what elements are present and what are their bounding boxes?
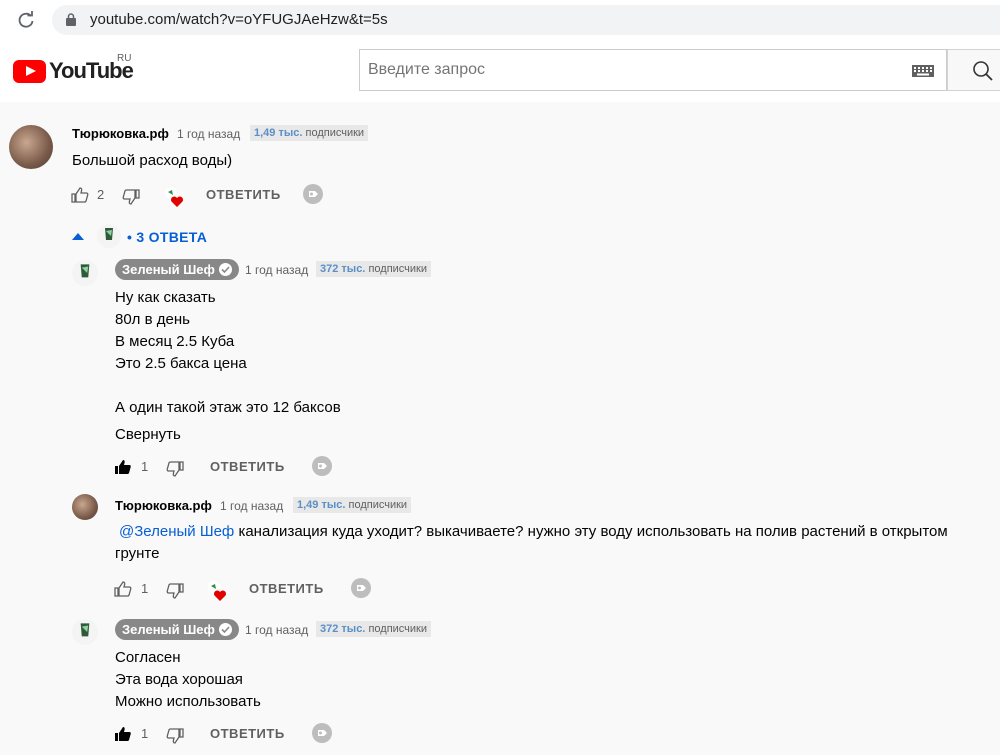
reply-author: Зеленый Шеф xyxy=(122,622,215,637)
gif-reply-icon[interactable] xyxy=(351,578,371,598)
dislike-icon[interactable] xyxy=(166,727,184,745)
creator-author-badge[interactable]: Зеленый Шеф xyxy=(115,259,239,280)
text-line: А один такой этаж это 12 баксов xyxy=(115,399,341,416)
reply-author[interactable]: Тюрюковка.рф xyxy=(115,498,212,513)
lock-icon xyxy=(66,13,76,26)
search-input[interactable]: Введите запрос xyxy=(359,49,947,91)
reply-time[interactable]: 1 год назад xyxy=(245,263,308,277)
text-line: грунте xyxy=(115,545,160,562)
subs-count: 1,49 тыс. xyxy=(297,499,346,511)
verified-icon xyxy=(218,263,232,276)
subs-count: 372 тыс. xyxy=(320,263,366,275)
collapse-link[interactable]: Свернуть xyxy=(115,426,181,443)
subs-label: подписчики xyxy=(348,499,408,511)
creator-avatar[interactable] xyxy=(72,260,98,286)
like-count: 1 xyxy=(141,581,149,596)
reply-text: Согласен Эта вода хорошая Можно использо… xyxy=(115,647,261,713)
dislike-icon[interactable] xyxy=(166,460,184,478)
gif-reply-icon[interactable] xyxy=(303,184,323,204)
comment-time[interactable]: 1 год назад xyxy=(177,127,240,141)
comment-text: Большой расход воды) xyxy=(72,152,233,169)
text-line: Можно использовать xyxy=(115,693,261,710)
chef-icon xyxy=(105,228,113,240)
youtube-logo[interactable]: YouTube xyxy=(13,58,134,84)
creator-avatar xyxy=(97,224,121,248)
comment-author[interactable]: Тюрюковка.рф xyxy=(72,126,169,141)
subs-label: подписчики xyxy=(368,623,427,635)
like-icon-active[interactable] xyxy=(114,725,132,743)
url-text: youtube.com/watch?v=oYFUGJAeHzw&t=5s xyxy=(90,11,388,28)
creator-heart-icon xyxy=(165,187,184,207)
collapse-arrow-icon[interactable] xyxy=(72,232,84,240)
chef-icon xyxy=(80,264,90,278)
verified-icon xyxy=(218,623,232,636)
dislike-icon[interactable] xyxy=(166,582,184,600)
reply-text: @Зеленый Шеф канализация куда уходит? вы… xyxy=(115,521,995,565)
text-line: Ну как сказать xyxy=(115,289,216,306)
browser-address-bar: youtube.com/watch?v=oYFUGJAeHzw&t=5s xyxy=(0,0,1000,41)
youtube-play-icon xyxy=(13,59,46,83)
avatar[interactable] xyxy=(72,494,98,520)
reload-icon[interactable] xyxy=(16,10,36,30)
reply-button[interactable]: ОТВЕТИТЬ xyxy=(206,187,281,202)
replies-toggle[interactable]: • 3 ОТВЕТА xyxy=(127,229,207,245)
avatar[interactable] xyxy=(9,125,53,169)
search-icon xyxy=(973,61,993,81)
youtube-header: YouTube RU Введите запрос xyxy=(0,40,1000,102)
text-line: Это 2.5 бакса цена xyxy=(115,355,247,372)
text-line: Эта вода хорошая xyxy=(115,671,243,688)
like-count: 1 xyxy=(141,726,149,741)
dislike-icon[interactable] xyxy=(122,188,140,206)
subscriber-badge: 1,49 тыс. подписчики xyxy=(293,497,412,513)
subscriber-badge: 1,49 тыс. подписчики xyxy=(250,125,369,141)
subs-count: 372 тыс. xyxy=(320,623,366,635)
chef-icon xyxy=(80,623,90,637)
gif-reply-icon[interactable] xyxy=(312,723,332,743)
reply-author: Зеленый Шеф xyxy=(122,262,215,277)
reply-button[interactable]: ОТВЕТИТЬ xyxy=(249,581,324,596)
text-line: В месяц 2.5 Куба xyxy=(115,333,235,350)
reply-time[interactable]: 1 год назад xyxy=(245,623,308,637)
region-label: RU xyxy=(117,53,132,64)
reply-text: Ну как сказать 80л в день В месяц 2.5 Ку… xyxy=(115,287,341,419)
subs-label: подписчики xyxy=(368,263,427,275)
like-count: 2 xyxy=(97,187,105,202)
creator-heart-icon xyxy=(208,581,227,601)
gif-reply-icon[interactable] xyxy=(312,456,332,476)
text-line: Согласен xyxy=(115,649,181,666)
keyboard-icon[interactable] xyxy=(912,65,934,77)
text-line: 80л в день xyxy=(115,311,190,328)
mention-link[interactable]: @Зеленый Шеф xyxy=(119,523,234,540)
subscriber-badge: 372 тыс. подписчики xyxy=(316,261,431,277)
reply-button[interactable]: ОТВЕТИТЬ xyxy=(210,726,285,741)
url-field[interactable]: youtube.com/watch?v=oYFUGJAeHzw&t=5s xyxy=(52,5,1000,35)
reply-time[interactable]: 1 год назад xyxy=(220,499,283,513)
like-icon-active[interactable] xyxy=(114,458,132,476)
search-placeholder: Введите запрос xyxy=(368,61,485,78)
search-button[interactable] xyxy=(947,49,1000,91)
subs-count: 1,49 тыс. xyxy=(254,127,303,139)
creator-author-badge[interactable]: Зеленый Шеф xyxy=(115,619,239,640)
subs-label: подписчики xyxy=(305,127,365,139)
text-line: канализация куда уходит? выкачиваете? ну… xyxy=(234,523,948,540)
like-icon[interactable] xyxy=(114,580,132,598)
reply-button[interactable]: ОТВЕТИТЬ xyxy=(210,459,285,474)
creator-avatar[interactable] xyxy=(72,619,98,645)
like-icon[interactable] xyxy=(71,186,89,204)
subscriber-badge: 372 тыс. подписчики xyxy=(316,621,431,637)
like-count: 1 xyxy=(141,459,149,474)
